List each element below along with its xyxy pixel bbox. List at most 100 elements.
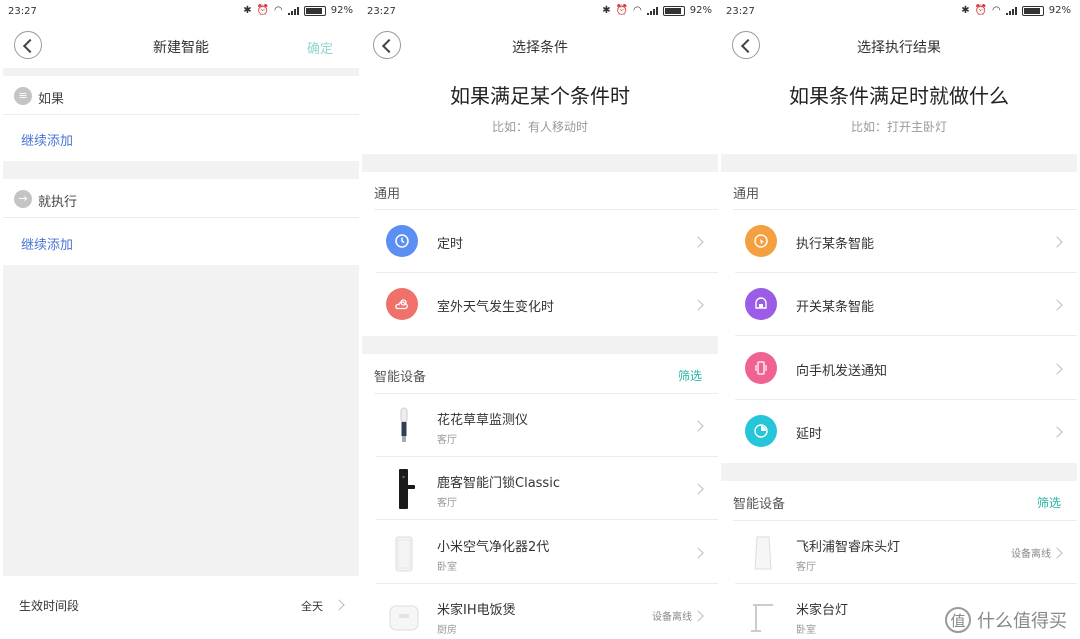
alarm-icon: ⏰	[615, 5, 629, 16]
watermark-text: 什么值得买	[977, 611, 1067, 632]
title-bar: 选择执行结果	[721, 28, 1077, 64]
add-condition-link[interactable]: 继续添加	[21, 130, 73, 149]
divider	[721, 154, 1077, 172]
device-name: 飞利浦智睿床头灯	[796, 540, 901, 555]
device-item-door-lock[interactable]: 鹿客智能门锁Classic 客厅	[362, 457, 718, 520]
status-bar: 23:27 ✱ ⏰ ◠ 92%	[3, 0, 359, 24]
divider	[362, 336, 718, 354]
add-action-link[interactable]: 继续添加	[21, 234, 73, 253]
door-lock-image	[399, 469, 415, 509]
chevron-right-icon	[1051, 299, 1063, 311]
item-label: 执行某条智能	[796, 237, 875, 252]
device-room: 客厅	[437, 435, 457, 446]
alarm-icon: ⏰	[256, 5, 270, 16]
device-item-plant-monitor[interactable]: 花花草草监测仪 客厅	[362, 394, 718, 457]
divider	[376, 519, 718, 520]
device-item-bedside-lamp[interactable]: 飞利浦智睿床头灯 客厅 设备离线	[721, 521, 1077, 584]
status-time: 23:27	[726, 6, 755, 17]
filter-button[interactable]: 筛选	[678, 367, 702, 384]
chevron-right-icon	[1051, 547, 1063, 559]
divider	[3, 68, 359, 76]
alarm-icon: ⏰	[974, 5, 988, 16]
watermark-logo-icon: 值	[945, 607, 971, 633]
timer-icon	[745, 415, 777, 447]
rice-cooker-image	[389, 605, 419, 631]
signal-icon	[287, 6, 299, 15]
filter-button[interactable]: 筛选	[1037, 494, 1061, 511]
chevron-right-icon	[333, 599, 345, 611]
divider	[3, 114, 359, 115]
device-item-air-purifier[interactable]: 小米空气净化器2代 卧室	[362, 521, 718, 584]
select-action-screen: 23:27 ✱ ⏰ ◠ 92% 选择执行结果 如果条件满足时就做什么 比如：打开…	[721, 0, 1077, 639]
hero-hint: 比如：有人移动时	[491, 120, 588, 134]
chevron-right-icon	[692, 483, 704, 495]
condition-item-weather[interactable]: 室外天气发生变化时	[362, 273, 718, 336]
battery-icon	[1021, 5, 1044, 16]
chevron-right-icon	[692, 547, 704, 559]
item-label: 室外天气发生变化时	[437, 300, 555, 315]
status-bar: 23:27 ✱ ⏰ ◠ 92%	[721, 0, 1077, 24]
wifi-icon: ◠	[633, 5, 642, 16]
arrow-right-icon: →	[14, 190, 32, 208]
device-room: 卧室	[796, 625, 816, 636]
chevron-right-icon	[692, 299, 704, 311]
wifi-icon: ◠	[274, 5, 283, 16]
battery-icon	[662, 5, 685, 16]
battery-icon	[303, 5, 326, 16]
action-item-phone-notify[interactable]: 向手机发送通知	[721, 337, 1077, 400]
device-room: 客厅	[437, 498, 457, 509]
title-bar: 新建智能 确定	[3, 28, 359, 64]
device-status: 设备离线	[1011, 549, 1051, 560]
bluetooth-icon: ✱	[243, 5, 252, 16]
device-item-rice-cooker[interactable]: 米家IH电饭煲 厨房 设备离线	[362, 584, 718, 639]
chevron-right-icon	[1051, 236, 1063, 248]
bluetooth-icon: ✱	[961, 5, 970, 16]
phone-vibrate-icon	[745, 352, 777, 384]
device-room: 厨房	[437, 625, 457, 636]
device-status: 设备离线	[652, 612, 692, 623]
item-label: 延时	[796, 427, 823, 442]
clock-icon	[386, 225, 418, 257]
device-name: 花花草草监测仪	[437, 413, 529, 428]
status-bar: 23:27 ✱ ⏰ ◠ 92%	[362, 0, 718, 24]
if-label: 如果	[38, 92, 65, 107]
title-bar: 选择条件	[362, 28, 718, 64]
divider	[735, 335, 1077, 336]
hero-title: 如果满足某个条件时	[450, 84, 630, 108]
status-time: 23:27	[8, 6, 37, 17]
toggle-icon	[745, 288, 777, 320]
confirm-button[interactable]: 确定	[307, 38, 333, 57]
select-condition-screen: 23:27 ✱ ⏰ ◠ 92% 选择条件 如果满足某个条件时 比如：有人移动时 …	[362, 0, 718, 639]
action-item-delay[interactable]: 延时	[721, 400, 1077, 463]
chevron-right-icon	[692, 610, 704, 622]
list-icon: ≡	[14, 87, 32, 105]
hero-title: 如果条件满足时就做什么	[789, 84, 1009, 108]
action-item-run-smart[interactable]: 执行某条智能	[721, 210, 1077, 273]
signal-icon	[1005, 6, 1017, 15]
chevron-right-icon	[1051, 426, 1063, 438]
battery-percent: 92%	[689, 5, 712, 16]
then-section-header: → 就执行	[3, 179, 359, 219]
device-room: 客厅	[796, 562, 816, 573]
battery-percent: 92%	[1048, 5, 1071, 16]
devices-section-header: 智能设备	[733, 497, 786, 512]
weather-icon	[386, 288, 418, 320]
action-item-toggle-smart[interactable]: 开关某条智能	[721, 273, 1077, 336]
bluetooth-icon: ✱	[602, 5, 611, 16]
condition-item-timer[interactable]: 定时	[362, 210, 718, 273]
plant-monitor-image	[400, 407, 408, 442]
divider	[3, 161, 359, 179]
air-purifier-image	[395, 536, 413, 572]
battery-percent: 92%	[330, 5, 353, 16]
wifi-icon: ◠	[992, 5, 1001, 16]
then-label: 就执行	[38, 195, 78, 210]
period-label: 生效时间段	[19, 599, 80, 613]
cursor-icon	[745, 225, 777, 257]
device-name: 米家IH电饭煲	[437, 603, 516, 618]
divider	[721, 463, 1077, 481]
signal-icon	[646, 6, 658, 15]
device-name: 米家台灯	[796, 603, 849, 618]
hero-hint: 比如：打开主卧灯	[850, 120, 947, 134]
divider	[3, 217, 359, 218]
effective-period-row[interactable]: 生效时间段 全天	[3, 576, 359, 639]
